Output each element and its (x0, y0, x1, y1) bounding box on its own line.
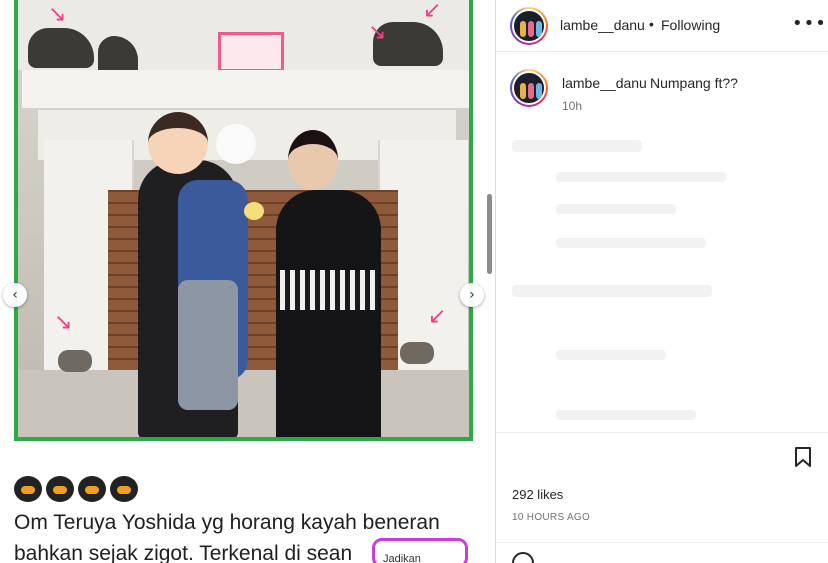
add-comment-bar (496, 542, 828, 563)
posted-time: 10 HOURS AGO (512, 512, 591, 523)
carousel-prev-button[interactable]: ‹ (3, 283, 27, 307)
comment-time: 10h (562, 99, 583, 113)
framed-card (218, 32, 284, 72)
pink-arrow-icon: ↘ (368, 20, 387, 45)
penguin-emoji-icon (78, 476, 106, 502)
post-photo: ↘ ↘ ↙ ↘ ↙ (14, 0, 473, 441)
post-header: lambe__danu • Following ••• (496, 0, 828, 52)
caption-emoji-row (14, 476, 138, 502)
penguin-emoji-icon (14, 476, 42, 502)
dog-figurine-right (400, 342, 434, 364)
header-username[interactable]: lambe__danu (560, 17, 645, 33)
pink-arrow-icon: ↙ (428, 304, 447, 329)
blur-sticker (216, 124, 256, 164)
following-button[interactable]: Following (661, 17, 720, 33)
more-horizontal-icon[interactable]: ••• (792, 13, 827, 34)
blurred-comment (556, 350, 666, 360)
post-side-panel: lambe__danu • Following ••• lambe__danu … (495, 0, 828, 563)
separator-dot: • (649, 16, 654, 32)
chevron-right-icon: › (469, 287, 475, 303)
person-woman (276, 190, 381, 437)
action-bar (496, 432, 828, 434)
penguin-emoji-icon (110, 476, 138, 502)
blurred-comment (556, 238, 706, 248)
bookmark-icon[interactable] (793, 446, 813, 468)
pink-arrow-icon: ↙ (423, 0, 442, 23)
blurred-comment (512, 285, 712, 297)
blurred-comment (556, 410, 696, 420)
media-scrollbar[interactable] (487, 194, 492, 274)
blurred-comment (512, 140, 642, 152)
penguin-emoji-icon (46, 476, 74, 502)
dog-figurine-left (58, 350, 92, 372)
face-sticker (148, 112, 208, 174)
post-media: ↘ ↘ ↙ ↘ ↙ ‹ › Om Teruya Yoshida yg horan… (0, 0, 495, 563)
chevron-left-icon: ‹ (12, 287, 18, 303)
comment-text: Numpang ft?? (650, 75, 738, 91)
chick-sticker (244, 202, 264, 220)
caption-line: Om Teruya Yoshida yg horang kayah benera… (14, 511, 440, 534)
pink-arrow-icon: ↘ (48, 2, 67, 27)
likes-count[interactable]: 292 likes (512, 487, 563, 502)
blurred-comment (556, 172, 726, 182)
blurred-comment (556, 204, 676, 214)
comment-username[interactable]: lambe__danu (562, 75, 647, 91)
caption-sticker: Jadikan (372, 538, 468, 563)
pink-arrow-icon: ↘ (54, 310, 73, 335)
avatar[interactable] (510, 7, 548, 45)
carousel-next-button[interactable]: › (460, 283, 484, 307)
comment-avatar[interactable] (510, 69, 548, 107)
sticker-text: Jadikan (383, 553, 421, 563)
